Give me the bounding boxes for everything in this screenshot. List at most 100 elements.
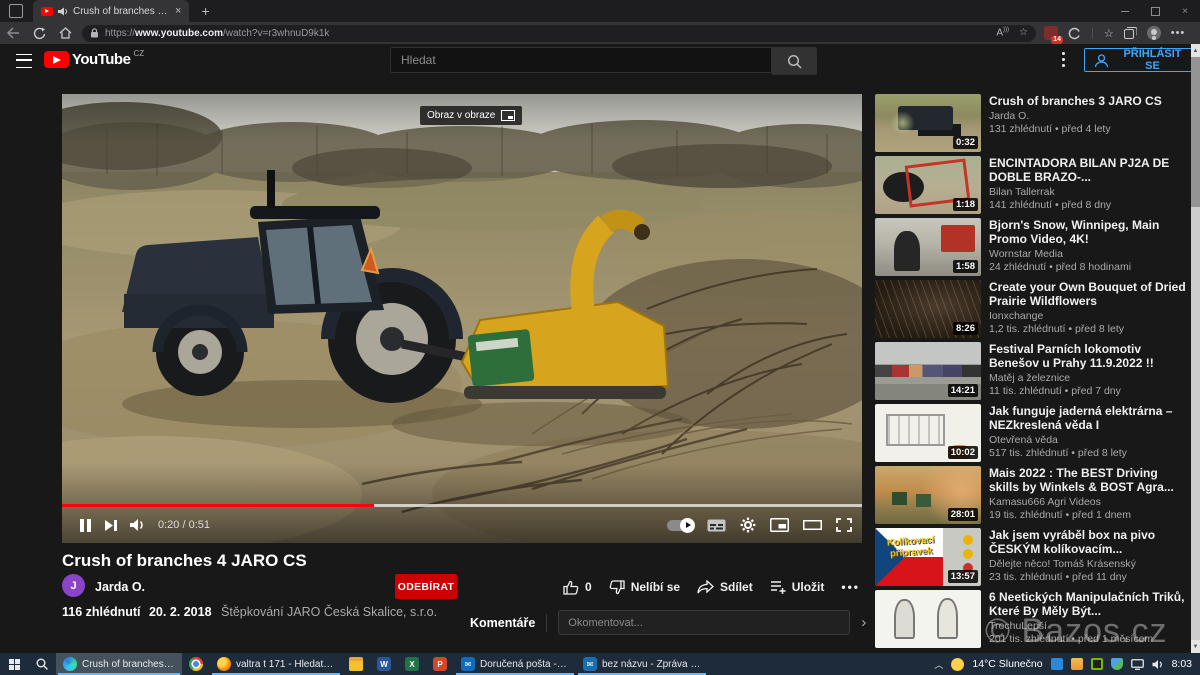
youtube-logo[interactable]: YouTube CZ xyxy=(44,51,144,68)
progress-bar[interactable] xyxy=(62,504,862,507)
video-title[interactable]: Create your Own Bouquet of Dried Prairie… xyxy=(989,280,1187,308)
nvidia-tray-icon[interactable] xyxy=(1091,658,1103,670)
related-video[interactable]: 0:32 Crush of branches 3 JARO CSJarda O.… xyxy=(875,94,1187,152)
video-thumbnail[interactable] xyxy=(875,590,981,648)
collections-icon[interactable] xyxy=(1124,27,1137,39)
hamburger-menu-icon[interactable] xyxy=(16,54,32,68)
taskbar-word-icon[interactable]: W xyxy=(370,653,398,675)
video-frame[interactable] xyxy=(62,94,862,543)
channel-avatar[interactable]: J xyxy=(62,574,85,597)
video-title[interactable]: Festival Parních lokomotiv Benešov u Pra… xyxy=(989,342,1187,370)
taskbar-clock[interactable]: 8:03 xyxy=(1172,658,1192,670)
fullscreen-icon[interactable] xyxy=(836,518,852,532)
autoplay-toggle[interactable] xyxy=(667,520,693,531)
video-thumbnail[interactable]: Kolíkovací přípravek13:57 xyxy=(875,528,981,586)
taskbar-chrome-icon[interactable] xyxy=(182,653,210,675)
volume-tray-icon[interactable] xyxy=(1152,659,1164,670)
refresh-icon[interactable] xyxy=(26,27,52,40)
browser-tab[interactable]: Crush of branches 4 JARO C × xyxy=(33,0,189,22)
comment-input[interactable] xyxy=(558,610,850,635)
dislike-button[interactable]: Nelíbí se xyxy=(609,580,680,595)
taskbar-message-window[interactable]: ✉ bez názvu - Zpráva (H... xyxy=(576,653,708,675)
extension-icon[interactable]: 14 xyxy=(1044,26,1058,40)
app-tray-icon[interactable] xyxy=(1051,658,1063,670)
display-tray-icon[interactable] xyxy=(1131,659,1144,670)
related-video[interactable]: 1:58 Bjorn's Snow, Winnipeg, Main Promo … xyxy=(875,218,1187,276)
read-aloud-icon[interactable]: A))) xyxy=(996,27,1009,38)
window-maximize-icon[interactable] xyxy=(1140,0,1170,22)
taskbar-excel-icon[interactable]: X xyxy=(398,653,426,675)
youtube-settings-kebab-icon[interactable] xyxy=(1062,52,1065,70)
weather-text[interactable]: 14°C Slunečno xyxy=(972,658,1042,670)
defender-tray-icon[interactable] xyxy=(1111,658,1123,670)
more-actions-icon[interactable]: ••• xyxy=(841,580,860,594)
pause-button[interactable] xyxy=(72,518,98,533)
taskbar-outlook-window[interactable]: ✉ Doručená pošta - Mic... xyxy=(454,653,576,675)
window-minimize-icon[interactable] xyxy=(1110,0,1140,22)
hidden-ic8ons-chevron-icon[interactable]: ︿ xyxy=(934,658,943,671)
related-video[interactable]: Kolíkovací přípravek13:57 Jak jsem vyráb… xyxy=(875,528,1187,586)
video-thumbnail[interactable]: 1:58 xyxy=(875,218,981,276)
browser-menu-icon[interactable]: ••• xyxy=(1171,27,1186,39)
settings-gear-icon[interactable] xyxy=(740,517,756,533)
video-title[interactable]: ENCINTADORA BILAN PJ2A DE DOBLE BRAZO-..… xyxy=(989,156,1187,184)
window-close-icon[interactable]: × xyxy=(1170,0,1200,22)
taskbar-search-icon[interactable] xyxy=(28,653,56,675)
scroll-down-icon[interactable]: ▼ xyxy=(1191,640,1200,653)
video-thumbnail[interactable]: 28:01 xyxy=(875,466,981,524)
mail-tray-icon[interactable] xyxy=(1071,658,1083,670)
video-title[interactable]: Bjorn's Snow, Winnipeg, Main Promo Video… xyxy=(989,218,1187,246)
related-video[interactable]: 28:01 Mais 2022 : The BEST Driving skill… xyxy=(875,466,1187,524)
video-title[interactable]: Jak jsem vyráběl box na pivo ČESKÝM kolí… xyxy=(989,528,1187,556)
browser-essentials-icon[interactable] xyxy=(1068,27,1081,40)
scroll-up-icon[interactable]: ▲ xyxy=(1191,44,1200,57)
video-player[interactable]: Obraz v obraze 0:20 / 0:51 xyxy=(62,94,862,543)
signin-button[interactable]: PŘIHLÁSIT SE xyxy=(1084,48,1200,72)
home-icon[interactable] xyxy=(52,27,78,39)
video-thumbnail[interactable]: 14:21 xyxy=(875,342,981,400)
subscribe-button[interactable]: ODEBÍRAT xyxy=(395,574,457,599)
page-scrollbar[interactable]: ▲ ▼ xyxy=(1191,44,1200,653)
add-favorite-icon[interactable]: ☆ xyxy=(1019,27,1028,38)
search-button[interactable] xyxy=(772,47,817,75)
video-title[interactable]: Jak funguje jaderná elektrárna – NEZkres… xyxy=(989,404,1187,432)
taskbar-edge-window[interactable]: Crush of branches 4 J... xyxy=(56,653,182,675)
related-video[interactable]: 14:21 Festival Parních lokomotiv Benešov… xyxy=(875,342,1187,400)
weather-sun-icon[interactable] xyxy=(951,658,964,671)
address-bar[interactable]: https://www.youtube.com/watch?v=r3whnuD9… xyxy=(82,25,1036,42)
theater-mode-icon[interactable] xyxy=(803,518,822,532)
video-thumbnail[interactable]: 8:26 xyxy=(875,280,981,338)
related-video[interactable]: 10:02 Jak funguje jaderná elektrárna – N… xyxy=(875,404,1187,462)
channel-name[interactable]: Jarda O. xyxy=(95,580,145,594)
next-button[interactable] xyxy=(98,519,124,532)
video-title[interactable]: Mais 2022 : The BEST Driving skills by W… xyxy=(989,466,1187,494)
url-text[interactable]: https://www.youtube.com/watch?v=r3whnuD9… xyxy=(105,28,329,39)
share-button[interactable]: Sdílet xyxy=(697,580,753,594)
tab-actions-icon[interactable] xyxy=(9,4,23,18)
taskbar-powerpoint-icon[interactable]: P xyxy=(426,653,454,675)
new-tab-icon[interactable]: + xyxy=(201,3,209,19)
tab-close-icon[interactable]: × xyxy=(175,5,181,17)
video-thumbnail[interactable]: 10:02 xyxy=(875,404,981,462)
related-video[interactable]: 1:18 ENCINTADORA BILAN PJ2A DE DOBLE BRA… xyxy=(875,156,1187,214)
subtitles-icon[interactable] xyxy=(707,519,726,532)
taskbar-explorer-icon[interactable] xyxy=(342,653,370,675)
save-button[interactable]: Uložit xyxy=(770,580,825,594)
video-title[interactable]: Crush of branches 3 JARO CS xyxy=(989,94,1187,108)
scrollbar-thumb[interactable] xyxy=(1191,57,1200,207)
related-video[interactable]: 8:26 Create your Own Bouquet of Dried Pr… xyxy=(875,280,1187,338)
tab-audio-icon[interactable] xyxy=(58,7,68,16)
video-thumbnail[interactable]: 1:18 xyxy=(875,156,981,214)
miniplayer-icon[interactable] xyxy=(770,518,789,532)
like-button[interactable]: 0 xyxy=(563,580,592,595)
taskbar-firefox-window[interactable]: valtra t 171 - Hledat G... xyxy=(210,653,342,675)
lock-icon[interactable] xyxy=(90,28,99,38)
comments-expand-icon[interactable]: › xyxy=(861,614,866,631)
picture-in-picture-button[interactable]: Obraz v obraze xyxy=(420,106,522,125)
back-icon[interactable] xyxy=(0,27,26,39)
browser-profile-avatar[interactable] xyxy=(1147,26,1161,40)
start-button[interactable] xyxy=(0,653,28,675)
search-input[interactable] xyxy=(390,47,772,73)
volume-icon[interactable] xyxy=(124,518,150,532)
favorites-icon[interactable]: ☆ xyxy=(1104,27,1114,40)
